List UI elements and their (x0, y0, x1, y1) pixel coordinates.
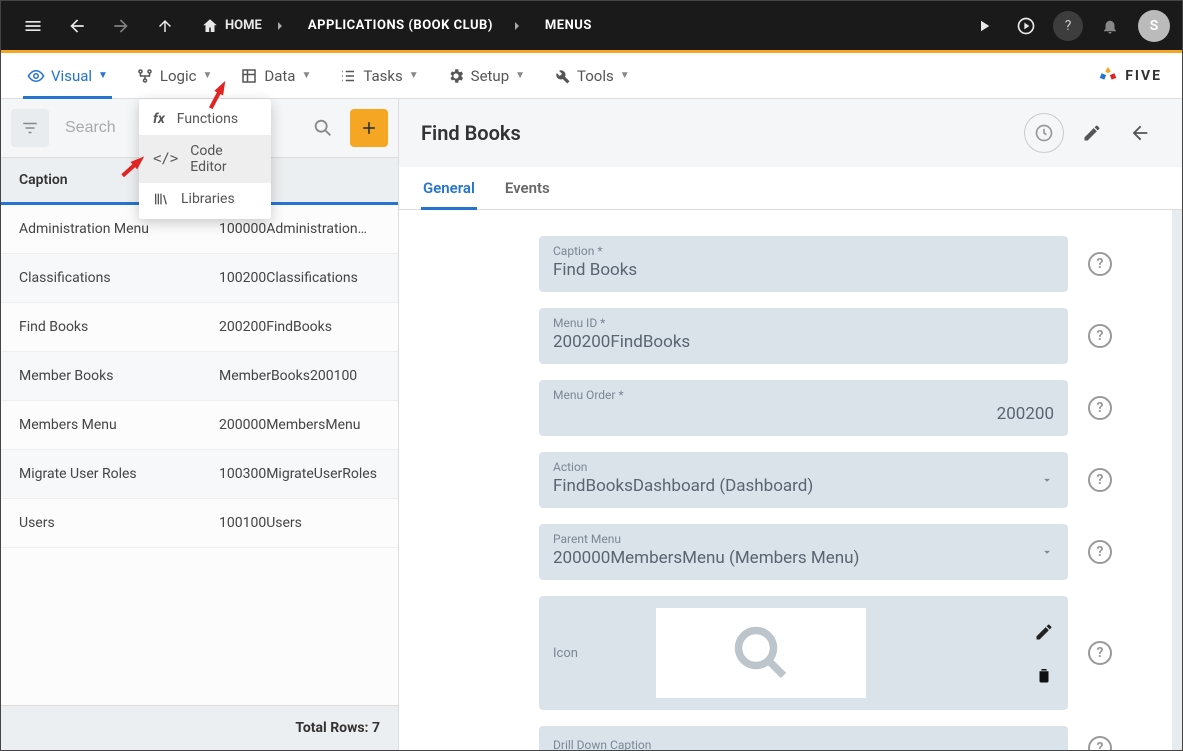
table-row[interactable]: Members Menu200000MembersMenu (1, 401, 398, 450)
breadcrumb-home[interactable]: HOME (225, 18, 262, 33)
play-icon[interactable] (964, 6, 1004, 46)
cell-menuid: 200200FindBooks (201, 303, 398, 351)
tab-events[interactable]: Events (503, 167, 552, 209)
back-icon[interactable] (57, 6, 97, 46)
field-action[interactable]: Action FindBooksDashboard (Dashboard) (539, 452, 1068, 508)
filter-button[interactable] (11, 109, 49, 147)
help-icon[interactable]: ? (1048, 6, 1088, 46)
breadcrumb-app[interactable]: APPLICATIONS (BOOK CLUB) (298, 12, 503, 39)
back-arrow-icon[interactable] (1120, 113, 1160, 153)
chevron-down-icon (1040, 545, 1054, 559)
forward-icon[interactable] (101, 6, 141, 46)
cell-menuid: 200000MembersMenu (201, 401, 398, 449)
breadcrumb: HOME APPLICATIONS (BOOK CLUB) MENUS (197, 6, 602, 46)
edit-icon[interactable] (1072, 113, 1112, 153)
icon-preview (656, 608, 866, 698)
table-row[interactable]: Users100100Users (1, 499, 398, 548)
menu-code-editor[interactable]: </> Code Editor (139, 135, 271, 183)
tab-tools[interactable]: Tools▼ (539, 53, 644, 98)
fx-icon: fx (153, 111, 165, 127)
tab-general[interactable]: General (421, 167, 477, 209)
cell-menuid: 100300MigrateUserRoles (201, 450, 398, 498)
cell-menuid: 100200Classifications (201, 254, 398, 302)
hamburger-icon[interactable] (13, 6, 53, 46)
cell-caption: Users (1, 499, 201, 547)
table-row[interactable]: Find Books200200FindBooks (1, 303, 398, 352)
menu-functions[interactable]: fx Functions (139, 103, 271, 135)
help-icon[interactable]: ? (1088, 324, 1112, 348)
search-icon[interactable] (304, 109, 342, 147)
cell-caption: Member Books (1, 352, 201, 400)
tab-tasks[interactable]: Tasks▼ (325, 53, 432, 98)
cell-menuid: 100100Users (201, 499, 398, 547)
field-drilldown[interactable]: Drill Down Caption (539, 726, 1068, 750)
tab-visual[interactable]: Visual▼ (13, 53, 122, 98)
page-title: Find Books (421, 121, 521, 145)
chevron-down-icon (1040, 473, 1054, 487)
cell-caption: Classifications (1, 254, 201, 302)
help-icon[interactable]: ? (1088, 396, 1112, 420)
field-parent-menu[interactable]: Parent Menu 200000MembersMenu (Members M… (539, 524, 1068, 580)
chevron-right-icon (509, 18, 529, 34)
help-icon[interactable]: ? (1088, 468, 1112, 492)
field-caption[interactable]: Caption * Find Books (539, 236, 1068, 292)
table-footer: Total Rows: 7 (1, 705, 398, 750)
chevron-right-icon (272, 18, 292, 34)
library-icon (153, 191, 169, 207)
right-pane: Find Books General Events Caption * (399, 99, 1182, 750)
add-button[interactable] (350, 109, 388, 147)
bell-icon[interactable] (1090, 6, 1130, 46)
history-icon[interactable] (1024, 113, 1064, 153)
code-icon: </> (153, 151, 178, 167)
cell-caption: Find Books (1, 303, 201, 351)
brand-logo: FIVE (1097, 65, 1170, 87)
help-icon[interactable]: ? (1088, 252, 1112, 276)
table-row[interactable]: Member BooksMemberBooks200100 (1, 352, 398, 401)
breadcrumb-menus[interactable]: MENUS (535, 12, 602, 39)
field-menuid[interactable]: Menu ID * 200200FindBooks (539, 308, 1068, 364)
field-menuorder[interactable]: Menu Order * 200200 (539, 380, 1068, 436)
table-row[interactable]: Migrate User Roles100300MigrateUserRoles (1, 450, 398, 499)
home-icon[interactable]: HOME (197, 6, 266, 46)
topbar: HOME APPLICATIONS (BOOK CLUB) MENUS ? S (1, 1, 1182, 53)
cell-caption: Migrate User Roles (1, 450, 201, 498)
tab-setup[interactable]: Setup▼ (433, 53, 539, 98)
avatar[interactable]: S (1138, 10, 1170, 42)
help-icon[interactable]: ? (1088, 641, 1112, 665)
help-icon[interactable]: ? (1088, 736, 1112, 750)
help-icon[interactable]: ? (1088, 540, 1112, 564)
field-icon: Icon (539, 596, 1068, 710)
cell-menuid: MemberBooks200100 (201, 352, 398, 400)
table-row[interactable]: Classifications100200Classifications (1, 254, 398, 303)
edit-icon[interactable] (1034, 622, 1054, 642)
table-body: Administration Menu100000Administration…… (1, 205, 398, 705)
delete-icon[interactable] (1035, 666, 1053, 684)
logic-dropdown: fx Functions </> Code Editor Libraries (139, 99, 271, 219)
tab-logic[interactable]: Logic▼ (122, 53, 226, 98)
tab-data[interactable]: Data▼ (226, 53, 325, 98)
deploy-icon[interactable] (1006, 6, 1046, 46)
up-icon[interactable] (145, 6, 185, 46)
cell-caption: Members Menu (1, 401, 201, 449)
subnav: Visual▼ Logic▼ Data▼ Tasks▼ Setup▼ Tools… (1, 53, 1182, 99)
menu-libraries[interactable]: Libraries (139, 183, 271, 215)
